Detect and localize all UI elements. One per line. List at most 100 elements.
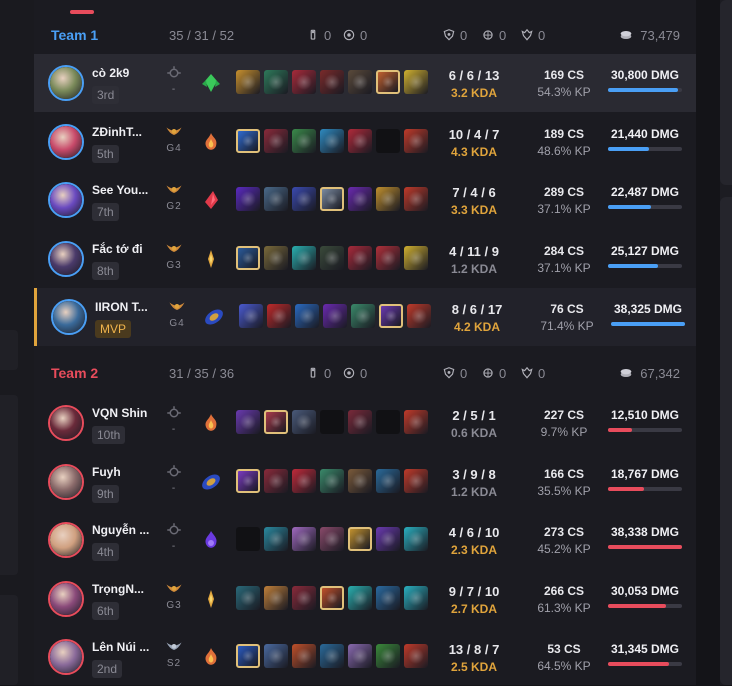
item-icon[interactable] [351, 304, 375, 328]
item-icon[interactable] [404, 187, 428, 211]
player-row[interactable]: VQN Shin 10th - 2 / 5 / 1 0.6 KDA 227 CS 9.7% … [34, 394, 696, 452]
item-icon[interactable] [236, 468, 260, 493]
item-icon[interactable] [264, 128, 288, 153]
item-icon[interactable] [236, 128, 260, 153]
player-row[interactable]: Lên Núi ... 2nd S2 13 / 8 / 7 2.5 KDA 53 CS 64… [34, 628, 696, 686]
item-icon[interactable] [407, 304, 431, 328]
player-name[interactable]: TrọngN... [92, 582, 144, 596]
item-icon[interactable] [348, 70, 372, 94]
item-icon[interactable] [376, 468, 400, 493]
item-icon[interactable] [236, 70, 260, 94]
player-row[interactable]: IIRON T... MVP G4 8 / 6 / 17 4.2 KDA 76 CS 71.… [34, 288, 696, 346]
player-name[interactable]: Lên Núi ... [92, 640, 149, 654]
item-icon[interactable] [292, 585, 316, 610]
item-icon[interactable] [264, 245, 288, 270]
player-name[interactable]: VQN Shin [92, 406, 147, 420]
item-icon[interactable] [376, 527, 400, 551]
item-icon[interactable] [404, 585, 428, 610]
item-icon[interactable] [320, 527, 344, 551]
item-icon[interactable] [320, 585, 344, 610]
player-name[interactable]: Fuyh [92, 465, 121, 479]
item-icon[interactable] [292, 527, 316, 551]
item-icon[interactable] [404, 245, 428, 270]
item-icon[interactable] [404, 70, 428, 94]
item-icon[interactable] [348, 187, 372, 211]
player-name[interactable]: Fắc tớ đi [92, 242, 143, 256]
item-icon[interactable] [292, 468, 316, 493]
item-icon[interactable] [292, 70, 316, 94]
item-icon[interactable] [264, 527, 288, 551]
champion-portrait[interactable] [48, 639, 84, 675]
item-icon[interactable] [264, 644, 288, 668]
champion-portrait[interactable] [51, 299, 87, 335]
item-icon[interactable] [348, 245, 372, 270]
champion-portrait[interactable] [48, 123, 84, 160]
player-row[interactable]: Fuyh 9th - 3 / 9 / 8 1.2 KDA 166 CS 35.5% KP 18… [34, 453, 696, 511]
item-icon[interactable] [348, 468, 372, 493]
item-icon[interactable] [236, 527, 260, 551]
champion-portrait[interactable] [48, 182, 84, 218]
item-icon[interactable] [236, 585, 260, 610]
item-icon[interactable] [236, 410, 260, 434]
item-icon[interactable] [376, 644, 400, 668]
item-icon[interactable] [348, 527, 372, 551]
champion-portrait[interactable] [48, 580, 84, 617]
champion-portrait[interactable] [48, 65, 84, 101]
player-row[interactable]: See You... 7th G2 7 / 4 / 6 3.3 KDA 289 CS 37.… [34, 171, 696, 229]
item-icon[interactable] [404, 468, 428, 493]
item-icon[interactable] [320, 128, 344, 153]
item-icon[interactable] [376, 187, 400, 211]
player-row[interactable]: ZĐinhT... 5th G4 10 / 4 / 7 4.3 KDA 189 CS 48.… [34, 113, 696, 171]
item-icon[interactable] [320, 468, 344, 493]
item-icon[interactable] [264, 585, 288, 610]
item-icon[interactable] [323, 304, 347, 328]
item-icon[interactable] [264, 468, 288, 493]
item-icon[interactable] [376, 128, 400, 153]
item-icon[interactable] [264, 410, 288, 434]
item-icon[interactable] [236, 644, 260, 668]
item-icon[interactable] [267, 304, 291, 328]
player-name[interactable]: ZĐinhT... [92, 125, 142, 139]
item-icon[interactable] [348, 128, 372, 153]
item-icon[interactable] [320, 245, 344, 270]
item-icon[interactable] [379, 304, 403, 328]
item-icon[interactable] [236, 187, 260, 211]
champion-portrait[interactable] [48, 522, 84, 558]
item-icon[interactable] [292, 187, 316, 211]
item-icon[interactable] [376, 585, 400, 610]
item-icon[interactable] [376, 70, 400, 94]
item-icon[interactable] [236, 245, 260, 270]
item-icon[interactable] [239, 304, 263, 328]
item-icon[interactable] [376, 410, 400, 434]
player-name[interactable]: See You... [92, 183, 148, 197]
item-icon[interactable] [320, 644, 344, 668]
player-row[interactable]: cò 2k9 3rd - 6 / 6 / 13 3.2 KDA 169 CS 54.3% K… [34, 54, 696, 112]
item-icon[interactable] [348, 644, 372, 668]
champion-portrait[interactable] [48, 405, 84, 441]
item-icon[interactable] [404, 644, 428, 668]
item-icon[interactable] [320, 410, 344, 434]
item-icon[interactable] [292, 410, 316, 434]
item-icon[interactable] [404, 128, 428, 153]
champion-portrait[interactable] [48, 240, 84, 277]
item-icon[interactable] [264, 70, 288, 94]
player-row[interactable]: Fắc tớ đi 8th G3 4 / 11 / 9 1.2 KDA 284 CS 37.… [34, 230, 696, 288]
item-icon[interactable] [320, 187, 344, 211]
item-icon[interactable] [404, 410, 428, 434]
item-icon[interactable] [348, 410, 372, 434]
player-name[interactable]: Nguyễn ... [92, 523, 149, 537]
player-name[interactable]: IIRON T... [95, 300, 148, 314]
player-name[interactable]: cò 2k9 [92, 66, 129, 80]
item-icon[interactable] [292, 128, 316, 153]
item-icon[interactable] [264, 187, 288, 211]
player-row[interactable]: TrọngN... 6th G3 9 / 7 / 10 2.7 KDA 266 CS 61.… [34, 570, 696, 628]
item-icon[interactable] [404, 527, 428, 551]
item-icon[interactable] [292, 644, 316, 668]
player-row[interactable]: Nguyễn ... 4th - 4 / 6 / 10 2.3 KDA 273 CS 45.… [34, 511, 696, 569]
item-icon[interactable] [376, 245, 400, 270]
item-icon[interactable] [348, 585, 372, 610]
item-icon[interactable] [295, 304, 319, 328]
champion-portrait[interactable] [48, 463, 84, 500]
item-icon[interactable] [292, 245, 316, 270]
item-icon[interactable] [320, 70, 344, 94]
